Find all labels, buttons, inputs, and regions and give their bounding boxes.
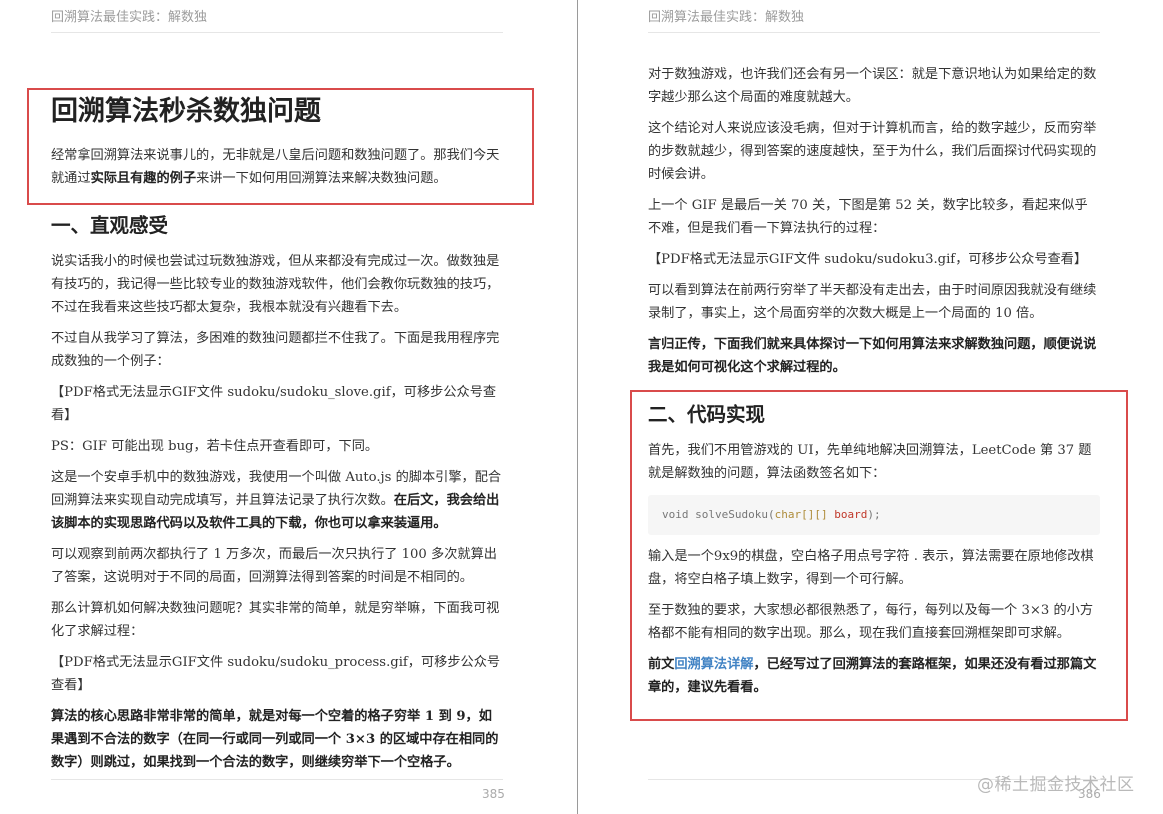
running-head: 回溯算法最佳实践：解数独 [51,6,503,33]
gif-placeholder: 【PDF格式无法显示GIF文件 sudoku/sudoku_process.gi… [51,655,501,693]
paragraph: PS：GIF 可能出现 bug，若卡住点开查看即可，下同。 [51,439,379,454]
footer-rule [51,779,503,780]
section-heading-1: 一、直观感受 [51,214,169,237]
highlight-box-title [27,88,534,205]
watermark: @稀土掘金技术社区 [977,775,1135,795]
paragraph: 可以观察到前两次都执行了 1 万多次，而最后一次只执行了 100 多次就算出了答… [51,547,497,585]
paragraph: 对于数独游戏，也许我们还会有另一个误区：就是下意识地认为如果给定的数字越少那么这… [648,67,1097,105]
gif-placeholder: 【PDF格式无法显示GIF文件 sudoku/sudoku3.gif，可移步公众… [648,252,1088,267]
page-number: 385 [482,787,505,801]
right-page: 回溯算法最佳实践：解数独 对于数独游戏，也许我们还会有另一个误区：就是下意识地认… [578,0,1163,814]
paragraph: 可以看到算法在前两行穷举了半天都没有走出去，由于时间原因我就没有继续录制了，事实… [648,283,1097,321]
paragraph: 这是一个安卓手机中的数独游戏，我使用一个叫做 Auto.js 的脚本引擎，配合回… [51,470,502,531]
paragraph-bold: 算法的核心思路非常非常的简单，就是对每一个空着的格子穷举 1 到 9，如果遇到不… [51,709,499,770]
paragraph: 那么计算机如何解决数独问题呢？其实非常的简单，就是穷举嘛，下面我可视化了求解过程… [51,601,500,639]
paragraph: 这个结论对人来说应该没毛病，但对于计算机而言，给的数字越少，反而穷举的步数就越少… [648,121,1097,182]
left-page: 回溯算法最佳实践：解数独 回溯算法秒杀数独问题 经常拿回溯算法来说事儿的，无非就… [0,0,577,814]
paragraph: 不过自从我学习了算法，多困难的数独问题都拦不住我了。下面是我用程序完成数独的一个… [51,331,500,369]
running-head: 回溯算法最佳实践：解数独 [648,6,1100,33]
gif-placeholder: 【PDF格式无法显示GIF文件 sudoku/sudoku_slove.gif，… [51,385,497,423]
paragraph-bold: 言归正传，下面我们就来具体探讨一下如何用算法来求解数独问题，顺便说说我是如何可视… [648,337,1097,375]
paragraph: 上一个 GIF 是最后一关 70 关，下图是第 52 关，数字比较多，看起来似乎… [648,198,1088,236]
highlight-box-code-section [630,390,1128,721]
paragraph: 说实话我小的时候也尝试过玩数独游戏，但从来都没有完成过一次。做数独是有技巧的，我… [51,254,500,315]
